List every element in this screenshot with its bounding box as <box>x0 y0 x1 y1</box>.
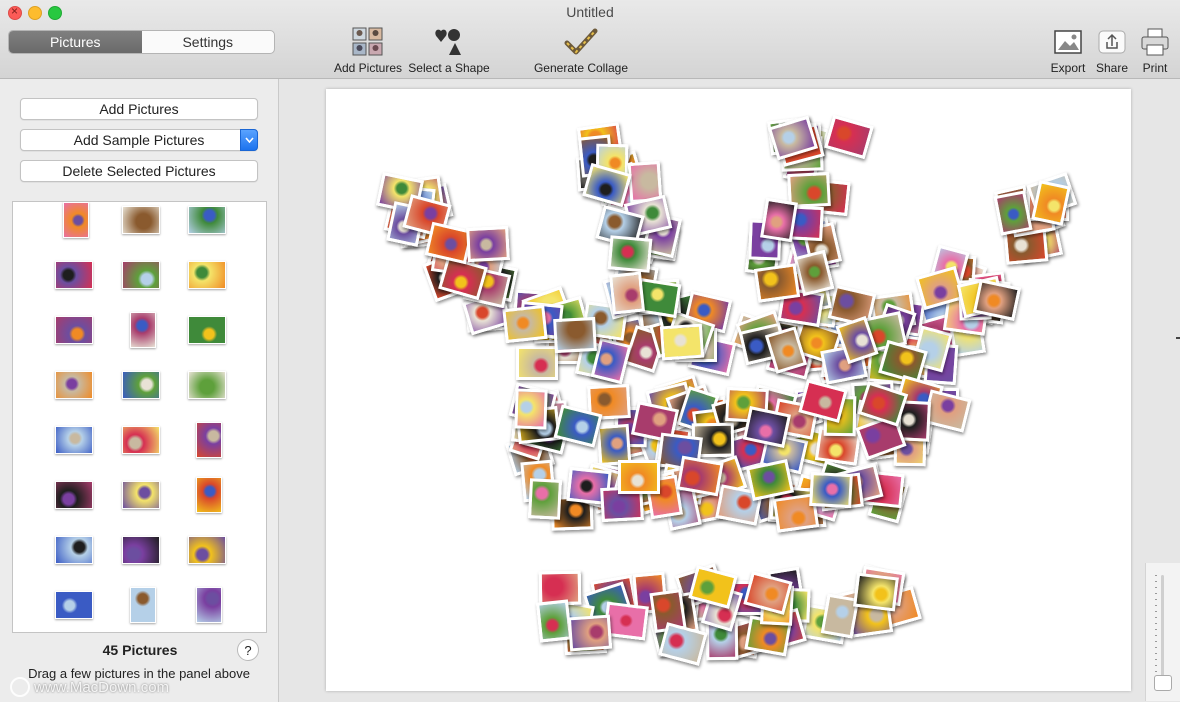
help-button[interactable]: ? <box>237 639 259 661</box>
picture-thumbnail[interactable] <box>196 477 222 513</box>
collage-photo[interactable] <box>527 478 563 520</box>
collage-area <box>279 79 1180 702</box>
picture-thumbnail[interactable] <box>55 426 93 454</box>
resize-edge-mark <box>1176 337 1180 339</box>
zoom-ticks <box>1155 575 1157 683</box>
sidebar: Add Pictures Add Sample Pictures Delete … <box>0 79 279 702</box>
photo-grid-icon <box>333 24 403 60</box>
share-icon <box>1093 24 1131 60</box>
add-pictures-button[interactable]: Add Pictures <box>20 98 258 120</box>
picture-thumbnail[interactable] <box>122 371 160 399</box>
picture-thumbnail[interactable] <box>130 587 156 623</box>
print-label: Print <box>1142 61 1168 75</box>
picture-thumbnail[interactable] <box>63 202 89 238</box>
collage-photo[interactable] <box>516 346 558 380</box>
collage-photo[interactable] <box>607 235 653 273</box>
collage-photo[interactable] <box>824 114 874 160</box>
printer-icon <box>1138 24 1172 60</box>
watermark-logo-icon <box>10 677 30 697</box>
picture-thumbnail[interactable] <box>130 312 156 348</box>
collage-photo[interactable] <box>753 263 801 303</box>
window-title: Untitled <box>566 4 614 20</box>
picture-thumbnail[interactable] <box>188 536 226 564</box>
add-pictures-label: Add Pictures <box>333 61 403 75</box>
picture-thumbnail[interactable] <box>55 536 93 564</box>
picture-thumbnail[interactable] <box>55 316 93 344</box>
collage-photo[interactable] <box>659 323 705 361</box>
share-label: Share <box>1095 61 1129 75</box>
export-label: Export <box>1050 61 1086 75</box>
toolbar: Untitled Pictures Settings Add Pictures <box>0 0 1180 79</box>
generate-collage-label: Generate Collage <box>533 61 629 75</box>
picture-thumbnail[interactable] <box>188 316 226 344</box>
view-segmented-control: Pictures Settings <box>8 30 275 54</box>
collage-photo[interactable] <box>676 455 724 497</box>
add-sample-pictures-button[interactable]: Add Sample Pictures <box>20 129 258 151</box>
collage-canvas[interactable] <box>326 89 1131 691</box>
export-image-icon <box>1047 24 1089 60</box>
print-tool[interactable]: Print <box>1138 24 1172 75</box>
picture-thumbnail[interactable] <box>122 536 160 564</box>
picture-thumbnail[interactable] <box>55 481 93 509</box>
tab-pictures[interactable]: Pictures <box>9 31 142 53</box>
generate-collage-tool[interactable]: Generate Collage <box>533 24 629 75</box>
zoom-slider[interactable] <box>1145 563 1180 701</box>
collage-photo[interactable] <box>658 622 708 666</box>
collage-photo[interactable] <box>853 572 899 612</box>
picture-thumbnail[interactable] <box>188 371 226 399</box>
zoom-track <box>1161 575 1164 683</box>
zoom-slider-knob[interactable] <box>1154 675 1172 691</box>
collage-photo[interactable] <box>502 304 548 344</box>
collage-photo[interactable] <box>760 197 798 243</box>
picture-thumbnail[interactable] <box>55 261 93 289</box>
picture-thumbnail[interactable] <box>196 422 222 458</box>
select-shape-label: Select a Shape <box>408 61 490 75</box>
picture-thumbnail[interactable] <box>122 426 160 454</box>
picture-thumbnail[interactable] <box>188 261 226 289</box>
picture-thumbnails-panel[interactable] <box>12 201 267 633</box>
picture-thumbnail[interactable] <box>55 371 93 399</box>
collage-photo[interactable] <box>567 614 613 652</box>
export-tool[interactable]: Export <box>1047 24 1089 75</box>
crown-collage <box>326 89 1131 691</box>
shapes-icon <box>407 24 491 60</box>
picture-thumbnail[interactable] <box>122 261 160 289</box>
checkmark-collage-icon <box>533 24 629 60</box>
picture-thumbnail[interactable] <box>122 206 160 234</box>
tab-settings[interactable]: Settings <box>142 31 275 53</box>
delete-selected-pictures-button[interactable]: Delete Selected Pictures <box>20 160 258 182</box>
add-pictures-tool[interactable]: Add Pictures <box>333 24 403 75</box>
collage-photo[interactable] <box>514 388 548 430</box>
picture-thumbnail[interactable] <box>122 481 160 509</box>
chevron-down-icon[interactable] <box>240 129 258 151</box>
collage-photo[interactable] <box>466 225 510 263</box>
watermark-text: www.MacDown.com <box>34 678 170 696</box>
select-shape-tool[interactable]: Select a Shape <box>407 24 491 75</box>
watermark: www.MacDown.com <box>10 677 169 697</box>
add-sample-pictures-label: Add Sample Pictures <box>73 132 205 148</box>
picture-thumbnail[interactable] <box>196 587 222 623</box>
picture-thumbnail[interactable] <box>188 206 226 234</box>
picture-thumbnail[interactable] <box>55 591 93 619</box>
collage-photo[interactable] <box>608 271 646 315</box>
picture-count: 45 Pictures <box>102 642 178 658</box>
collage-photo[interactable] <box>618 460 660 494</box>
share-tool[interactable]: Share <box>1093 24 1131 75</box>
collage-photo[interactable] <box>809 471 853 509</box>
collage-photo[interactable] <box>553 316 597 354</box>
collage-photo[interactable] <box>535 599 573 643</box>
